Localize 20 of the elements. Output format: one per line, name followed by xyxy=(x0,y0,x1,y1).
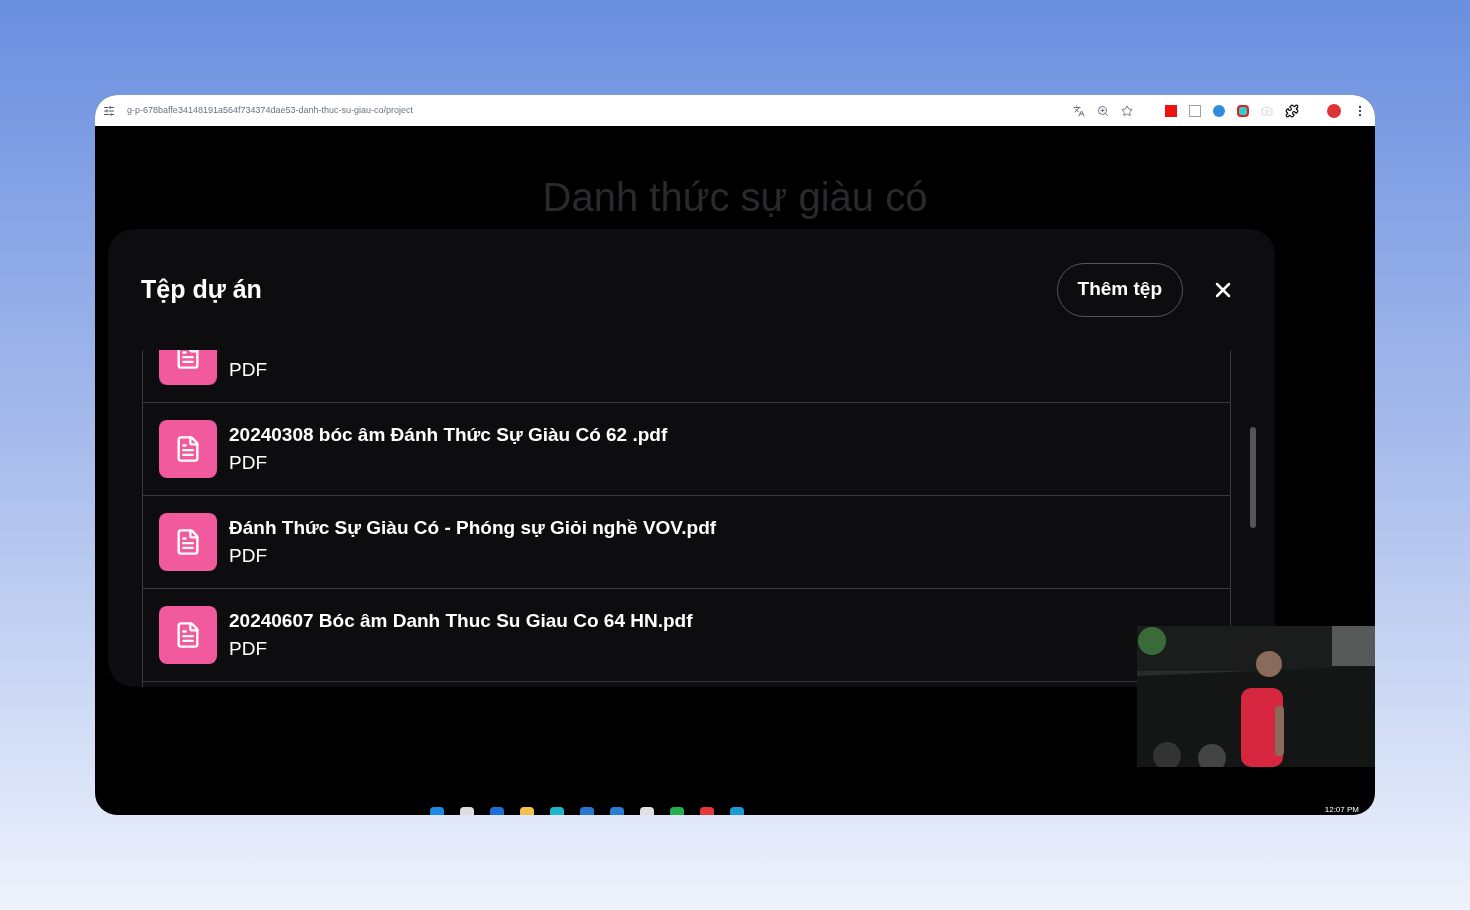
extensions-icon[interactable] xyxy=(1285,103,1299,118)
bookmark-icon[interactable] xyxy=(1121,104,1133,117)
zoom-icon[interactable] xyxy=(1097,104,1109,117)
file-type: PDF xyxy=(229,451,268,475)
profile-avatar[interactable] xyxy=(1327,103,1341,118)
file-type: PDF xyxy=(229,544,268,568)
file-name: Đánh Thức Sự Giàu Có - Phóng sự Giỏi nghề VOV.pdf xyxy=(229,515,717,540)
scrollbar-thumb[interactable] xyxy=(1250,427,1256,528)
file-type: PDF xyxy=(229,357,267,382)
file-name: 20240607 Bóc âm Danh Thuc Su Giau Co 64 HN.pdf xyxy=(229,608,693,633)
site-settings-icon[interactable] xyxy=(103,104,115,117)
dialog-title: Tệp dự án xyxy=(141,273,262,305)
document-icon xyxy=(159,606,217,664)
document-icon xyxy=(159,513,217,571)
file-type: PDF xyxy=(229,637,268,661)
clock: 12:07 PM xyxy=(1324,806,1359,814)
file-name: 20240308 bóc âm Đánh Thức Sự Giàu Có 62 .pdf xyxy=(229,422,668,447)
document-icon xyxy=(159,420,217,478)
address-text[interactable]: g-p-678baffe34148191a564f734374dae53-danh-thuc-su-giau-co/project xyxy=(127,103,1061,118)
translate-icon[interactable] xyxy=(1073,104,1085,117)
